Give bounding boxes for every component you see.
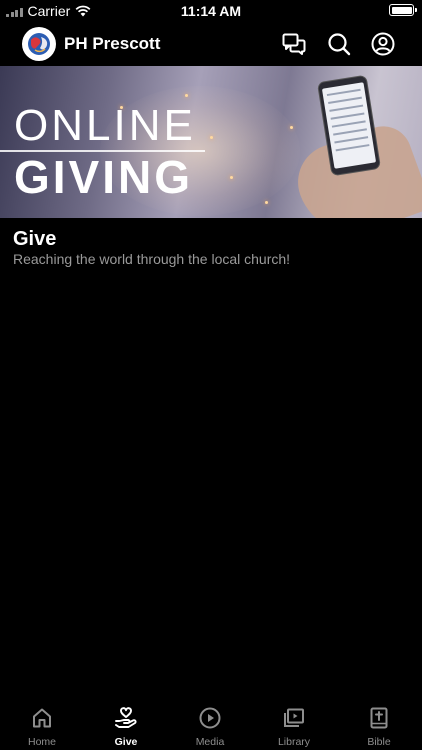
status-bar: Carrier 11:14 AM <box>0 0 422 22</box>
tab-bar: Home Give Media Library Bible <box>0 700 422 750</box>
status-time: 11:14 AM <box>180 3 242 19</box>
tab-give[interactable]: Give <box>91 706 161 748</box>
spark <box>185 94 188 97</box>
bible-icon <box>370 707 388 729</box>
chat-icon[interactable] <box>281 31 307 57</box>
tab-bible[interactable]: Bible <box>344 706 414 748</box>
spark <box>210 136 213 139</box>
spark <box>230 176 233 179</box>
app-header: PH Prescott <box>0 23 422 65</box>
tab-library-label: Library <box>277 736 311 748</box>
banner-title-line2: GIVING <box>14 151 194 203</box>
online-giving-banner[interactable]: ONLINE GIVING <box>0 66 422 218</box>
page-subtitle: Reaching the world through the local chu… <box>13 251 291 267</box>
church-logo-avatar[interactable] <box>22 27 56 61</box>
banner-title-line1: ONLINE <box>14 101 196 150</box>
tab-library[interactable]: Library <box>259 706 329 748</box>
page-title: Give <box>13 228 57 250</box>
home-icon <box>33 708 51 728</box>
tab-media[interactable]: Media <box>175 706 245 748</box>
tab-home[interactable]: Home <box>7 706 77 748</box>
account-icon[interactable] <box>370 31 396 57</box>
tab-media-label: Media <box>195 736 225 748</box>
play-circle-icon <box>199 707 221 729</box>
library-icon <box>284 708 304 727</box>
search-icon[interactable] <box>326 31 352 57</box>
battery-icon <box>389 4 417 16</box>
spark <box>265 201 268 204</box>
tab-bible-label: Bible <box>367 736 391 748</box>
tab-home-label: Home <box>27 736 56 748</box>
give-hand-heart-icon <box>115 707 137 728</box>
app-title: PH Prescott <box>64 34 161 53</box>
tab-give-label: Give <box>114 736 138 748</box>
spark <box>290 126 293 129</box>
